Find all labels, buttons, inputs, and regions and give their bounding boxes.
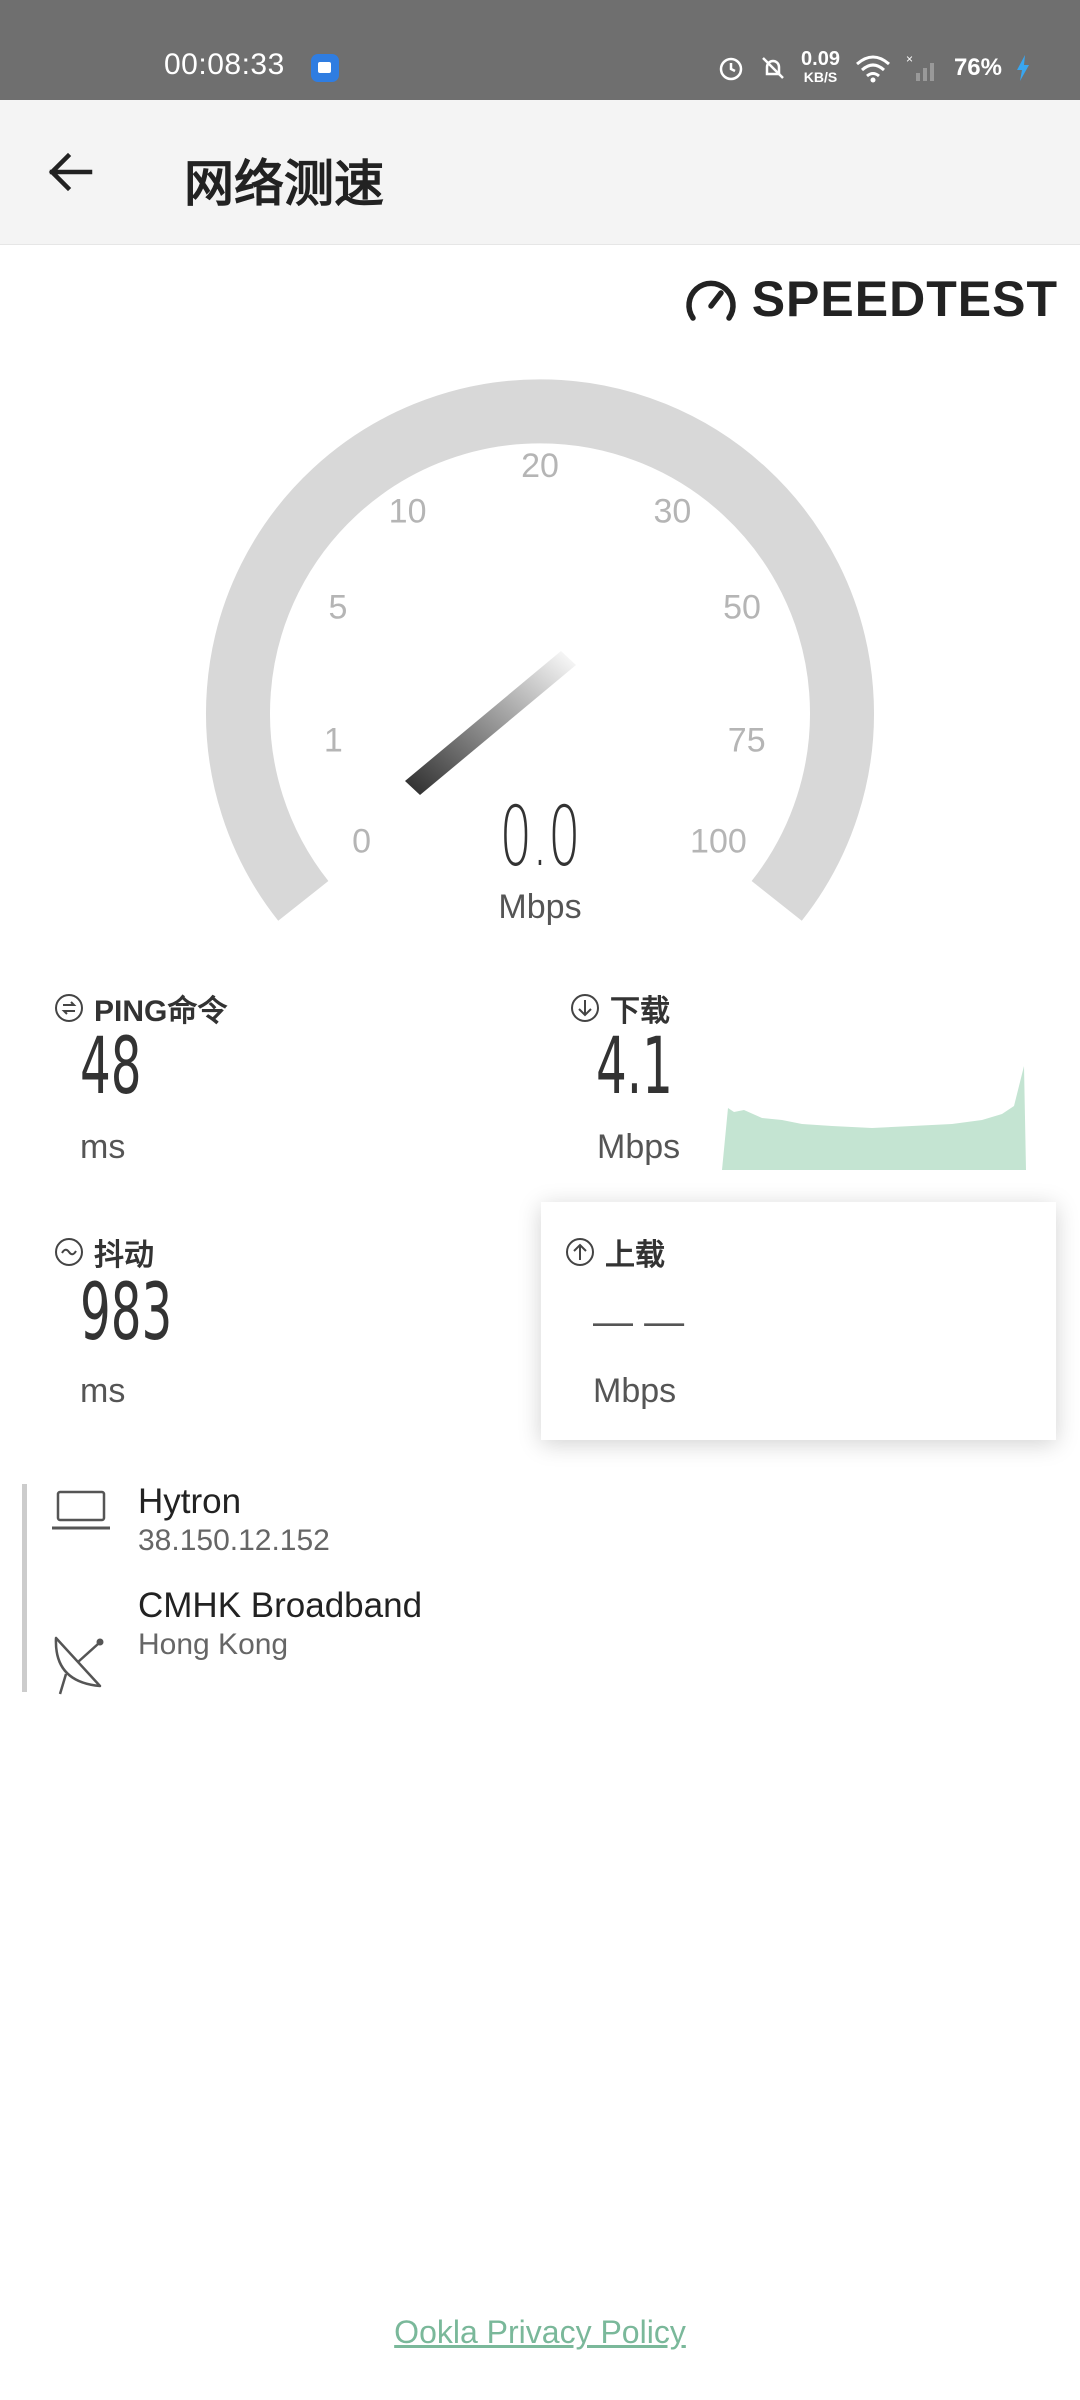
gauge-tick-label: 10	[389, 493, 427, 531]
gauge-tick-label: 20	[521, 447, 559, 485]
current-speed-unit: Mbps	[498, 888, 582, 926]
network-speed: 0.09 KB/S	[801, 48, 840, 85]
status-icons: 0.09 KB/S × 76%	[717, 48, 1030, 86]
gauge-tick-label: 1	[324, 721, 343, 759]
upload-label: 上载	[565, 1230, 665, 1274]
ping-unit: ms	[80, 1128, 126, 1166]
wifi-icon	[855, 55, 890, 83]
satellite-dish-icon[interactable]	[50, 1628, 116, 1696]
host-location: Hong Kong	[138, 1628, 289, 1661]
ping-icon	[55, 994, 83, 1022]
charging-icon	[1017, 55, 1029, 81]
download-icon	[571, 994, 599, 1022]
mute-icon	[762, 57, 784, 79]
upload-icon	[566, 1238, 594, 1266]
download-unit: Mbps	[597, 1128, 681, 1166]
ping-value: 48	[80, 1022, 142, 1112]
app-bar: 网络测速	[0, 100, 1080, 245]
upload-value: — —	[593, 1300, 685, 1344]
status-bar: 00:08:33 0.09 KB/S × 76%	[0, 0, 1080, 100]
download-value: 4.1	[596, 1022, 673, 1112]
jitter-unit: ms	[80, 1372, 126, 1410]
gauge-tick-label: 5	[329, 589, 348, 627]
current-speed-value: 0.0	[499, 790, 581, 885]
no-signal-icon: ×	[906, 53, 934, 81]
jitter-icon	[55, 1238, 83, 1266]
jitter-value: 983	[80, 1268, 173, 1358]
server-divider	[22, 1484, 27, 1692]
gauge-tick-label: 75	[728, 721, 766, 759]
privacy-policy-link[interactable]: Ookla Privacy Policy	[0, 2314, 1080, 2351]
client-ip: 38.150.12.152	[138, 1524, 330, 1557]
back-arrow-icon[interactable]	[44, 146, 96, 198]
upload-unit: Mbps	[593, 1372, 677, 1410]
upload-card: 上载 — — Mbps	[541, 1202, 1056, 1440]
speedtest-gauge-icon	[686, 280, 736, 321]
gauge-tick-label: 50	[723, 589, 761, 627]
battery-level: 76%	[953, 54, 1002, 81]
laptop-icon	[52, 1490, 110, 1530]
gauge-needle	[405, 651, 576, 795]
download-graph	[722, 1066, 1026, 1170]
status-time: 00:08:33	[164, 48, 285, 81]
gauge-tick-label: 30	[653, 493, 691, 531]
host-name[interactable]: CMHK Broadband	[138, 1586, 422, 1626]
page-title: 网络测速	[184, 156, 384, 212]
app-notification-icon	[311, 54, 339, 82]
client-name: Hytron	[138, 1482, 242, 1521]
alarm-icon	[719, 57, 743, 81]
svg-text:×: ×	[906, 53, 913, 66]
